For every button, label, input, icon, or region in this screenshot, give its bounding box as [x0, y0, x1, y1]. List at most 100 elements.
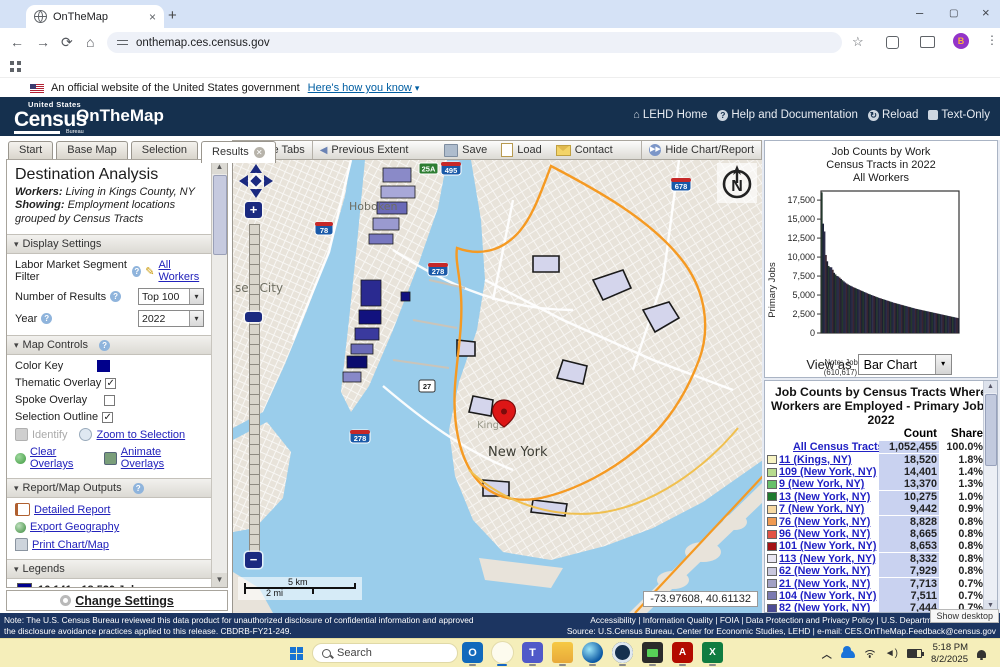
reload-button[interactable]: ⟳ [61, 34, 73, 51]
footer-links[interactable]: Accessibility | Information Quality | FO… [476, 615, 996, 626]
tray-chevron-icon[interactable]: ︿ [822, 646, 832, 661]
teams-icon[interactable] [522, 642, 543, 666]
detailed-report-link[interactable]: Detailed Report [34, 504, 110, 516]
how-you-know-link[interactable]: Here's how you know [308, 82, 412, 94]
taskbar-clock[interactable]: 5:18 PM 8/2/2025 [931, 642, 968, 666]
pan-down-icon[interactable] [250, 189, 262, 198]
profile-avatar[interactable]: B [953, 33, 969, 49]
tab-search-icon[interactable] [920, 36, 935, 48]
acrobat-icon[interactable] [672, 642, 693, 666]
previous-extent-button[interactable]: ◀ Previous Extent [313, 141, 416, 159]
change-settings-button[interactable]: Change Settings [6, 590, 228, 611]
zoom-out-button[interactable]: − [245, 552, 262, 568]
forward-button[interactable]: → [36, 34, 50, 50]
window-minimize-button[interactable]: – [916, 6, 923, 20]
clock-icon[interactable] [612, 642, 633, 666]
new-tab-button[interactable]: + [168, 7, 177, 24]
view-as-select[interactable]: Bar Chart [857, 354, 952, 375]
tract-link[interactable]: 113 (New York, NY) [779, 553, 879, 565]
help-bubble-icon[interactable] [110, 291, 122, 303]
onedrive-icon[interactable] [840, 645, 855, 658]
panel-scrollbar[interactable]: ▲ ▼ [211, 160, 227, 587]
volume-icon[interactable]: ◄) [885, 648, 898, 659]
display-settings-header[interactable]: Display Settings [7, 234, 212, 255]
tract-link[interactable]: 104 (New York, NY) [779, 590, 879, 602]
tab-selection[interactable]: Selection [130, 141, 199, 159]
footer-source[interactable]: Source: U.S.Census Bureau, Center for Ec… [476, 626, 996, 637]
text-only-link[interactable]: Text-Only [928, 109, 990, 121]
results-select[interactable]: Top 100 [138, 288, 204, 306]
lehd-home-link[interactable]: ⌂ LEHD Home [633, 109, 707, 121]
help-bubble-icon[interactable] [132, 482, 144, 494]
pan-up-icon[interactable] [250, 164, 262, 173]
window-maximize-button[interactable]: ▢ [949, 7, 958, 21]
tract-link[interactable]: 9 (New York, NY) [779, 478, 879, 490]
outputs-header[interactable]: Report/Map Outputs [7, 478, 212, 499]
scroll-up-arrow[interactable]: ▲ [984, 381, 997, 393]
tract-link[interactable]: 101 (New York, NY) [779, 540, 879, 552]
export-geography-link[interactable]: Export Geography [30, 521, 119, 533]
tab-base-map[interactable]: Base Map [56, 141, 128, 159]
tract-link[interactable]: 11 (Kings, NY) [779, 454, 879, 466]
taskbar-search[interactable]: Search [312, 643, 458, 663]
reload-link[interactable]: ↻ Reload [867, 109, 918, 121]
explorer-icon[interactable] [552, 642, 573, 666]
clear-overlays-link[interactable]: Clear Overlays [30, 446, 100, 470]
url-text[interactable]: onthemap.ces.census.gov [136, 37, 270, 49]
scroll-down-arrow[interactable]: ▼ [212, 573, 227, 587]
back-button[interactable]: ← [10, 34, 24, 50]
select-arrow-icon[interactable] [189, 289, 203, 305]
contact-button[interactable]: Contact [549, 141, 620, 159]
zoom-in-button[interactable]: + [245, 202, 262, 218]
help-link[interactable]: ? Help and Documentation [717, 109, 858, 121]
scroll-thumb[interactable] [213, 175, 227, 255]
tract-link[interactable]: 109 (New York, NY) [779, 466, 879, 478]
scroll-thumb[interactable] [985, 394, 997, 466]
map-controls-header[interactable]: Map Controls [7, 335, 212, 356]
map-canvas[interactable]: 25A 495 678 78 278 27 278 Hoboken sey Ci… [232, 160, 764, 613]
color-key-swatch[interactable] [97, 360, 111, 373]
edge-icon[interactable] [582, 642, 603, 666]
tab-close-icon[interactable]: × [149, 11, 156, 23]
address-bar[interactable]: onthemap.ces.census.gov [107, 32, 842, 53]
home-button[interactable]: ⌂ [86, 34, 94, 50]
select-arrow-icon[interactable] [934, 355, 951, 374]
terminal-icon[interactable] [642, 642, 663, 666]
window-close-button[interactable]: × [982, 6, 990, 20]
tract-link[interactable]: 76 (New York, NY) [779, 516, 879, 528]
save-button[interactable]: Save [437, 141, 494, 159]
print-chart-map-link[interactable]: Print Chart/Map [32, 539, 109, 551]
hide-chart-report-button[interactable]: ▶▶ Hide Chart/Report [642, 141, 761, 159]
excel-icon[interactable] [702, 642, 723, 666]
pan-control[interactable] [239, 164, 273, 198]
pan-left-icon[interactable] [239, 175, 248, 187]
animate-overlays-link[interactable]: Animate Overlays [121, 446, 204, 470]
pan-center-icon[interactable] [250, 175, 262, 187]
zoom-slider-track[interactable] [249, 224, 260, 552]
zoom-to-selection-link[interactable]: Zoom to Selection [96, 429, 185, 441]
all-workers-link[interactable]: All Workers [158, 259, 204, 283]
help-bubble-icon[interactable] [132, 265, 142, 277]
notification-bell-icon[interactable] [977, 649, 986, 660]
tract-link[interactable]: 62 (New York, NY) [779, 565, 879, 577]
tract-link[interactable]: All Census Tracts [779, 441, 879, 453]
tab-start[interactable]: Start [8, 141, 54, 159]
browser-menu-icon[interactable]: ⋮ [986, 33, 998, 47]
year-select[interactable]: 2022 [138, 310, 204, 328]
thematic-checkbox[interactable] [105, 377, 117, 389]
extensions-icon[interactable] [886, 36, 899, 49]
load-button[interactable]: Load [494, 141, 548, 159]
chrome-icon[interactable] [492, 642, 513, 666]
tract-link[interactable]: 82 (New York, NY) [779, 602, 879, 612]
bookmark-star-icon[interactable]: ☆ [852, 34, 864, 50]
tab-close-icon[interactable]: ✕ [253, 146, 265, 158]
spoke-checkbox[interactable] [104, 394, 116, 406]
zoom-slider-handle[interactable] [245, 312, 262, 322]
selection-checkbox[interactable] [102, 411, 114, 423]
edit-pencil-icon[interactable] [145, 265, 154, 278]
tract-link[interactable]: 7 (New York, NY) [779, 503, 879, 515]
battery-icon[interactable] [907, 649, 925, 658]
browser-tab[interactable]: OnTheMap × [26, 5, 164, 28]
outlook-icon[interactable] [462, 642, 483, 666]
legends-header[interactable]: Legends [7, 559, 212, 580]
